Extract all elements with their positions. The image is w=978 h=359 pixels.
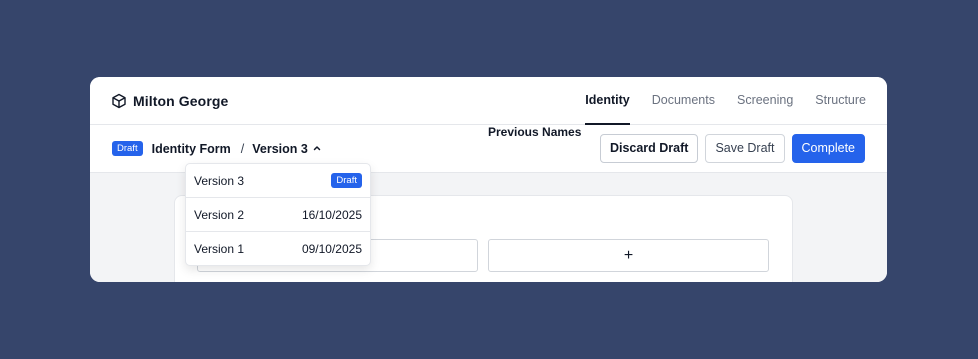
version-date: 09/10/2025 [301, 241, 362, 256]
draft-badge: Draft [112, 141, 143, 156]
breadcrumb: Draft Identity Form / Version 3 [112, 140, 322, 157]
tab-bar: Identity Documents Screening Structure [585, 77, 866, 125]
form-actions: Discard Draft Save Draft Complete [599, 134, 865, 163]
discard-draft-button[interactable]: Discard Draft [599, 134, 699, 163]
complete-button[interactable]: Complete [791, 134, 865, 163]
current-version-label: Version 3 [252, 141, 308, 156]
tab-identity[interactable]: Identity [585, 77, 631, 125]
version-date: 16/10/2025 [301, 207, 362, 222]
version-option-label: Version 1 [194, 241, 245, 256]
version-dropdown-menu: Version 3 Draft Version 2 16/10/2025 Ver… [185, 163, 371, 266]
main-card: Milton George Identity Documents Screeni… [90, 77, 887, 282]
plus-icon: + [623, 246, 634, 264]
draft-badge: Draft [331, 173, 362, 188]
form-title: Identity Form [151, 141, 231, 156]
version-option-label: Version 3 [194, 173, 245, 188]
version-option-1[interactable]: Version 1 09/10/2025 [186, 232, 370, 265]
tab-documents[interactable]: Documents [652, 77, 715, 124]
version-option-3[interactable]: Version 3 Draft [186, 164, 370, 198]
previous-names-label: Previous Names [488, 125, 582, 139]
tab-structure[interactable]: Structure [815, 77, 866, 124]
cube-icon [111, 93, 127, 109]
add-previous-name-button[interactable]: + [488, 239, 769, 272]
version-option-label: Version 2 [194, 207, 245, 222]
chevron-up-icon [312, 140, 322, 158]
breadcrumb-separator: / [240, 141, 245, 156]
version-selector[interactable]: Version 3 [252, 140, 322, 158]
save-draft-button[interactable]: Save Draft [705, 134, 785, 163]
brand-name: Milton George [133, 93, 229, 109]
top-navigation-bar: Milton George Identity Documents Screeni… [90, 77, 887, 125]
tab-screening[interactable]: Screening [737, 77, 793, 124]
version-option-2[interactable]: Version 2 16/10/2025 [186, 198, 370, 232]
brand: Milton George [111, 91, 228, 111]
